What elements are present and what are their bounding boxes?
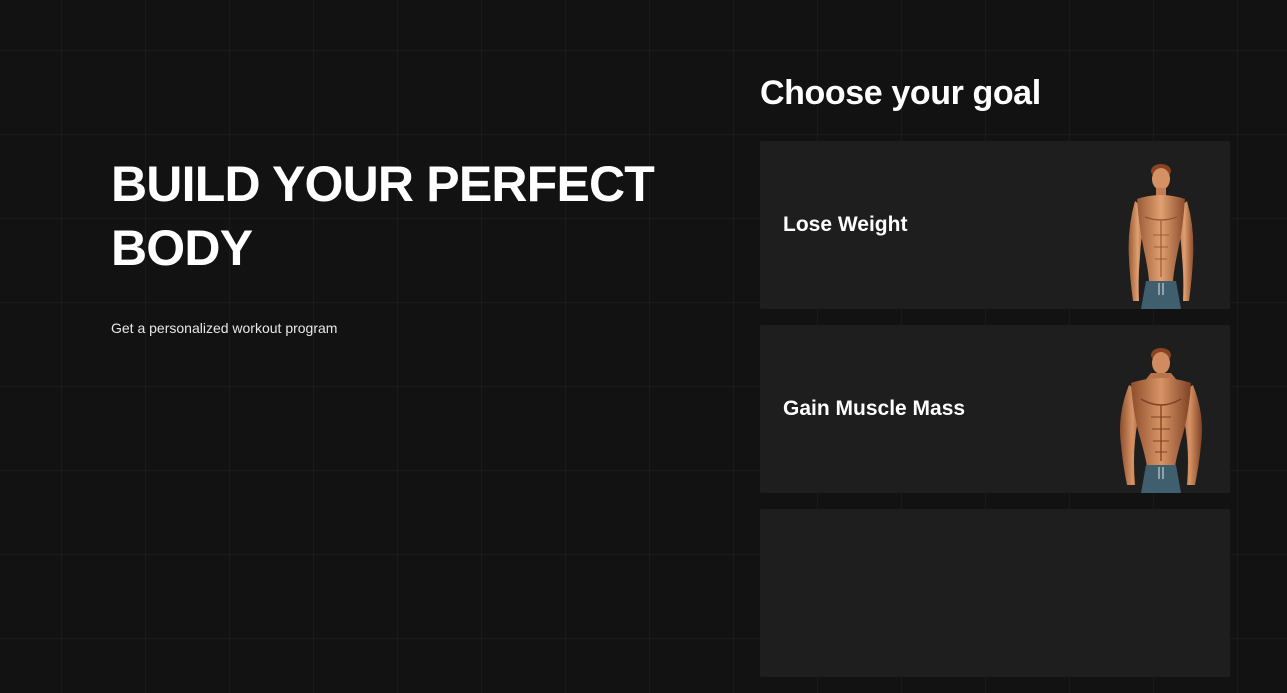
hero-subtitle: Get a personalized workout program xyxy=(111,320,338,336)
hero-section: BUILD YOUR PERFECT BODY Get a personaliz… xyxy=(111,152,671,337)
goal-heading: Choose your goal xyxy=(760,74,1041,112)
goal-card-lose-weight[interactable]: Lose Weight xyxy=(760,141,1230,309)
hero-title: BUILD YOUR PERFECT BODY xyxy=(111,152,671,280)
goal-selection-panel: Choose your goal Lose Weight Gain Muscle… xyxy=(760,70,1230,677)
goal-list: Lose Weight Gain Muscle Mass xyxy=(760,141,1230,693)
hero-title-line-2: BODY xyxy=(111,220,253,276)
lean-man-image xyxy=(1113,159,1209,309)
hero-title-line-1: BUILD YOUR PERFECT xyxy=(111,156,655,212)
goal-label: Gain Muscle Mass xyxy=(783,397,966,420)
muscular-man-image xyxy=(1113,343,1209,493)
goal-card-partial[interactable] xyxy=(760,509,1230,677)
goal-card-gain-muscle-mass[interactable]: Gain Muscle Mass xyxy=(760,325,1230,493)
goal-label: Lose Weight xyxy=(783,213,908,236)
